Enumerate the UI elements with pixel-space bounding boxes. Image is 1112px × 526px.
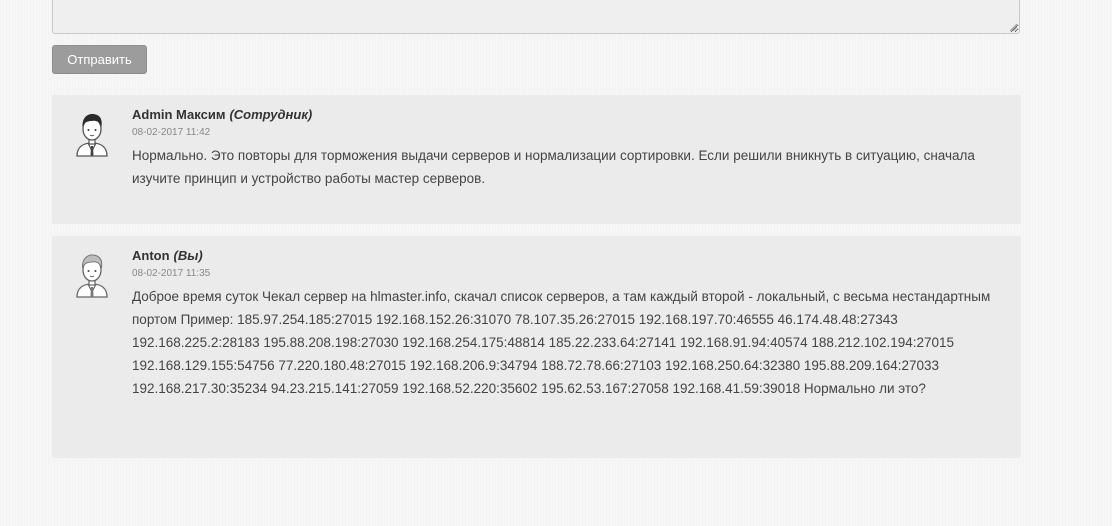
submit-button[interactable]: Отправить — [52, 45, 147, 74]
comment-author: Admin Максим (Сотрудник) — [132, 107, 1007, 123]
comment-textarea[interactable] — [52, 0, 1020, 34]
comment-text: Доброе время суток Чекал сервер на hlmas… — [132, 289, 991, 396]
comment-date: 08-02-2017 11:35 — [132, 268, 211, 279]
author-name: Admin Максим — [132, 107, 226, 122]
author-name: Anton — [132, 248, 170, 263]
comment-item: Admin Максим (Сотрудник) 08-02-2017 11:42… — [52, 95, 1021, 224]
comment-text: Нормально. Это повторы для торможения вы… — [132, 148, 975, 186]
author-role: (Сотрудник) — [229, 107, 313, 122]
comment-author: Anton (Вы) — [132, 248, 1007, 264]
support-agent-avatar-icon — [76, 114, 108, 157]
resize-handle-icon[interactable] — [1008, 22, 1018, 32]
comment-item: Anton (Вы) 08-02-2017 11:35 Доброе время … — [52, 236, 1021, 458]
comment-date: 08-02-2017 11:42 — [132, 127, 211, 138]
author-role: (Вы) — [173, 248, 203, 263]
user-avatar-icon — [76, 254, 108, 298]
